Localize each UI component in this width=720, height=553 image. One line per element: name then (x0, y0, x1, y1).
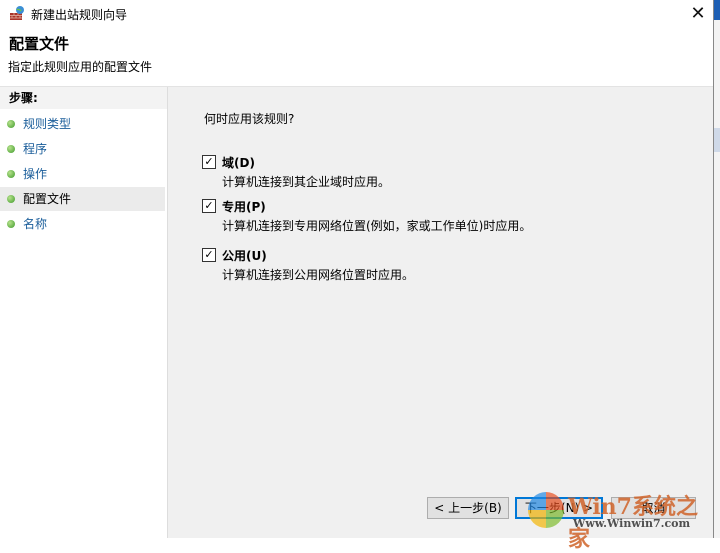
cancel-button[interactable]: 取消 (611, 497, 696, 519)
step-bullet-icon (7, 170, 15, 178)
option-label[interactable]: 域(D) (222, 154, 255, 171)
steps-panel: 步骤: 规则类型 程序 操作 配置文件 名称 (0, 87, 168, 538)
page-subtitle: 指定此规则应用的配置文件 (8, 60, 153, 74)
wizard-dialog: 新建出站规则向导 ✕ 配置文件 指定此规则应用的配置文件 步骤: 规则类型 程序… (0, 0, 713, 538)
step-label: 名称 (23, 217, 48, 231)
step-action[interactable]: 操作 (0, 162, 165, 186)
step-bullet-icon (7, 220, 15, 228)
step-bullet-icon (7, 195, 15, 203)
step-label: 操作 (23, 167, 48, 181)
domain-checkbox[interactable]: ✓ (202, 155, 216, 169)
content-panel: 何时应用该规则? ✓ 域(D) 计算机连接到其企业域时应用。 ✓ 专用(P) 计算机连接… (168, 87, 713, 538)
option-desc: 计算机连接到公用网络位置时应用。 (222, 268, 415, 282)
question-label: 何时应用该规则? (204, 112, 295, 126)
step-bullet-icon (7, 145, 15, 153)
step-name[interactable]: 名称 (0, 212, 165, 236)
step-label: 规则类型 (23, 117, 72, 131)
back-button[interactable]: < 上一步(B) (427, 497, 509, 519)
public-checkbox[interactable]: ✓ (202, 248, 216, 262)
title-bar: 新建出站规则向导 ✕ (0, 0, 713, 28)
step-profile[interactable]: 配置文件 (0, 187, 165, 211)
page-title: 配置文件 (9, 35, 70, 53)
option-label[interactable]: 专用(P) (222, 198, 266, 215)
step-label: 程序 (23, 142, 48, 156)
option-label[interactable]: 公用(U) (222, 247, 267, 264)
next-button[interactable]: 下一步(N) > (515, 497, 603, 519)
private-checkbox[interactable]: ✓ (202, 199, 216, 213)
background-window (713, 0, 720, 538)
step-label: 配置文件 (23, 192, 72, 206)
window-title: 新建出站规则向导 (31, 8, 128, 22)
step-bullet-icon (7, 120, 15, 128)
option-desc: 计算机连接到其企业域时应用。 (222, 175, 391, 189)
close-button[interactable]: ✕ (685, 2, 711, 26)
option-desc: 计算机连接到专用网络位置(例如，家或工作单位)时应用。 (222, 219, 532, 233)
step-rule-type[interactable]: 规则类型 (0, 112, 165, 136)
steps-heading: 步骤: (0, 87, 167, 109)
step-program[interactable]: 程序 (0, 137, 165, 161)
firewall-icon (10, 6, 24, 20)
